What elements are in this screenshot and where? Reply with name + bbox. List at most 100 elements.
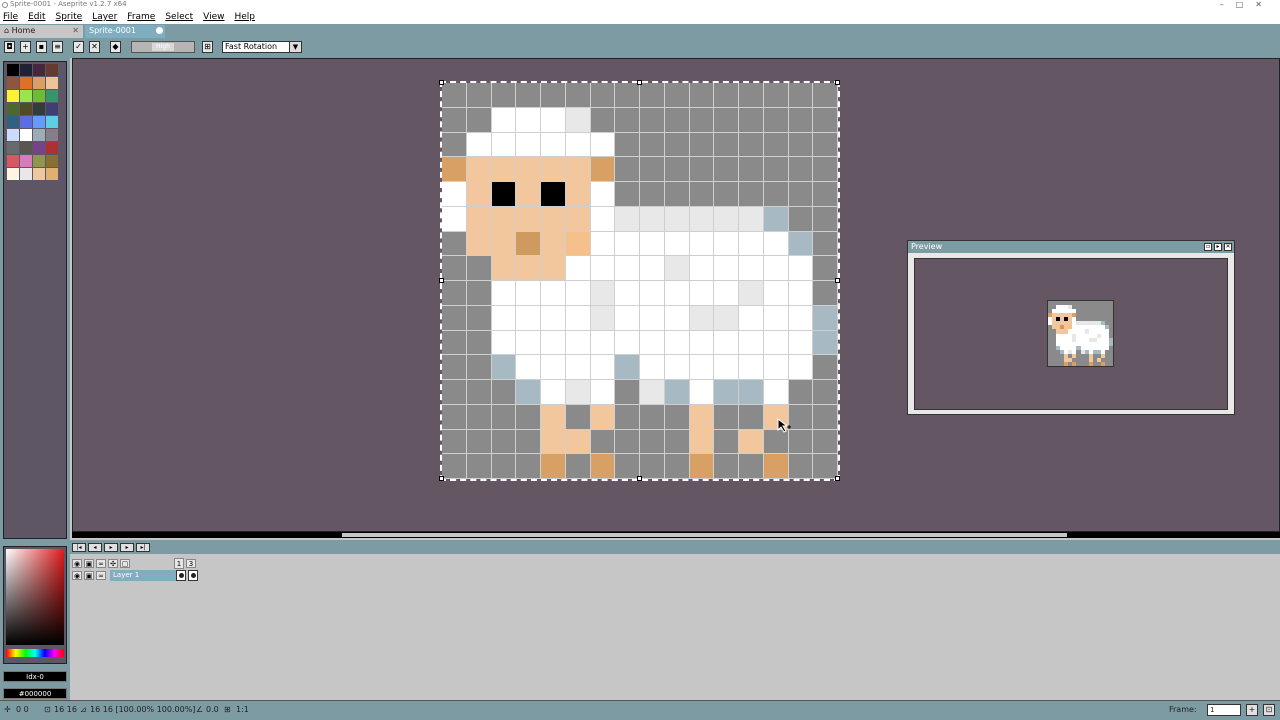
- sprite-pixel[interactable]: [714, 281, 739, 306]
- sprite-pixel[interactable]: [516, 355, 541, 380]
- sprite-pixel[interactable]: [590, 132, 616, 158]
- sprite-pixel[interactable]: [640, 281, 665, 306]
- sprite-pixel[interactable]: [664, 107, 690, 133]
- sprite-pixel[interactable]: [516, 206, 541, 232]
- sprite-pixel[interactable]: [466, 305, 492, 331]
- sprite-pixel[interactable]: [615, 132, 640, 158]
- sprite-pixel[interactable]: [813, 281, 838, 306]
- sprite-pixel[interactable]: [491, 107, 517, 133]
- sprite-pixel[interactable]: [640, 404, 665, 430]
- transform-handle[interactable]: [835, 278, 840, 283]
- sprite-pixel[interactable]: [739, 429, 764, 455]
- sprite-pixel[interactable]: [615, 330, 640, 356]
- sprite-pixel[interactable]: [664, 454, 690, 479]
- sprite-pixel[interactable]: [466, 281, 492, 306]
- layer-continuous-icon[interactable]: ∞: [96, 571, 106, 580]
- sprite-pixel[interactable]: [466, 231, 492, 257]
- sprite-pixel[interactable]: [640, 305, 665, 331]
- sprite-pixel[interactable]: [788, 355, 814, 380]
- preview-title[interactable]: Preview: [908, 241, 1234, 253]
- layer-name[interactable]: Layer 1: [110, 570, 176, 581]
- menu-sprite[interactable]: Sprite: [56, 10, 83, 24]
- sprite-pixel[interactable]: [714, 305, 739, 331]
- sprite-pixel[interactable]: [664, 330, 690, 356]
- sprite-pixel[interactable]: [813, 107, 838, 133]
- selection-mode-add-button[interactable]: +: [20, 41, 31, 53]
- sprite-pixel[interactable]: [739, 454, 764, 479]
- sprite-pixel[interactable]: [813, 305, 838, 331]
- sprite-pixel[interactable]: [516, 380, 541, 405]
- sprite-pixel[interactable]: [714, 132, 739, 158]
- sprite-pixel[interactable]: [442, 380, 467, 405]
- menu-help[interactable]: Help: [234, 10, 255, 24]
- sprite-pixel[interactable]: [565, 404, 591, 430]
- sprite-pixel[interactable]: [739, 132, 764, 158]
- sprite-pixel[interactable]: [442, 256, 467, 281]
- sprite-pixel[interactable]: [565, 256, 591, 281]
- palette-swatch[interactable]: [20, 155, 32, 167]
- sprite-pixel[interactable]: [763, 454, 789, 479]
- transform-handle[interactable]: [439, 80, 444, 85]
- sprite-pixel[interactable]: [788, 281, 814, 306]
- menu-frame[interactable]: Frame: [127, 10, 155, 24]
- sprite-pixel[interactable]: [541, 83, 566, 108]
- saturation-value-box[interactable]: [6, 549, 64, 645]
- sprite-pixel[interactable]: [541, 404, 566, 430]
- palette-swatch[interactable]: [33, 116, 45, 128]
- sprite-pixel[interactable]: [763, 355, 789, 380]
- scrollbar-thumb[interactable]: [342, 533, 1067, 537]
- sprite-pixel[interactable]: [689, 157, 715, 182]
- sprite-pixel[interactable]: [739, 305, 764, 331]
- sprite-pixel[interactable]: [739, 380, 764, 405]
- palette-swatch[interactable]: [7, 142, 19, 154]
- sprite-pixel[interactable]: [615, 231, 640, 257]
- palette-swatch[interactable]: [7, 155, 19, 167]
- sprite-pixel[interactable]: [640, 182, 665, 207]
- new-frame-button[interactable]: +: [1246, 704, 1258, 716]
- sprite-pixel[interactable]: [442, 206, 467, 232]
- sprite-pixel[interactable]: [565, 83, 591, 108]
- sprite-pixel[interactable]: [788, 231, 814, 257]
- frame-tag-icon[interactable]: 3: [186, 559, 196, 568]
- sprite-pixel[interactable]: [541, 454, 566, 479]
- sprite-pixel[interactable]: [664, 355, 690, 380]
- palette-swatch[interactable]: [46, 168, 58, 180]
- sprite-pixel[interactable]: [714, 157, 739, 182]
- sprite-pixel[interactable]: [615, 182, 640, 207]
- sprite-pixel[interactable]: [615, 206, 640, 232]
- transform-handle[interactable]: [835, 80, 840, 85]
- sprite-pixel[interactable]: [689, 83, 715, 108]
- sprite-pixel[interactable]: [763, 330, 789, 356]
- sprite-pixel[interactable]: [664, 231, 690, 257]
- sprite-pixel[interactable]: [640, 380, 665, 405]
- cel[interactable]: [188, 570, 198, 581]
- sprite-pixel[interactable]: [788, 182, 814, 207]
- sprite-pixel[interactable]: [565, 281, 591, 306]
- palette-swatch[interactable]: [20, 168, 32, 180]
- sprite-pixel[interactable]: [565, 132, 591, 158]
- preview-canvas[interactable]: [914, 258, 1228, 410]
- modified-dot-icon[interactable]: [156, 27, 163, 34]
- chevron-down-icon[interactable]: ▼: [289, 42, 301, 52]
- opacity-slider-knob[interactable]: High: [152, 43, 174, 51]
- sprite-pixel[interactable]: [590, 157, 616, 182]
- sprite-pixel[interactable]: [615, 157, 640, 182]
- sprite-pixel[interactable]: [491, 305, 517, 331]
- tab-home[interactable]: ⌂ Home ✕: [0, 25, 83, 38]
- tab-sprite[interactable]: Sprite-0001: [85, 25, 165, 38]
- sprite-pixel[interactable]: [813, 380, 838, 405]
- sprite-pixel[interactable]: [763, 182, 789, 207]
- sprite-pixel[interactable]: [615, 305, 640, 331]
- sprite-pixel[interactable]: [541, 107, 566, 133]
- palette-swatch[interactable]: [33, 64, 45, 76]
- horizontal-scrollbar[interactable]: [72, 532, 1280, 538]
- sprite-pixel[interactable]: [664, 157, 690, 182]
- sprite-pixel[interactable]: [664, 83, 690, 108]
- sprite-pixel[interactable]: [565, 454, 591, 479]
- sprite-pixel[interactable]: [714, 256, 739, 281]
- sprite-pixel[interactable]: [590, 380, 616, 405]
- sprite-pixel[interactable]: [689, 107, 715, 133]
- palette-swatch[interactable]: [33, 77, 45, 89]
- palette-swatch[interactable]: [46, 103, 58, 115]
- sprite-pixel[interactable]: [739, 355, 764, 380]
